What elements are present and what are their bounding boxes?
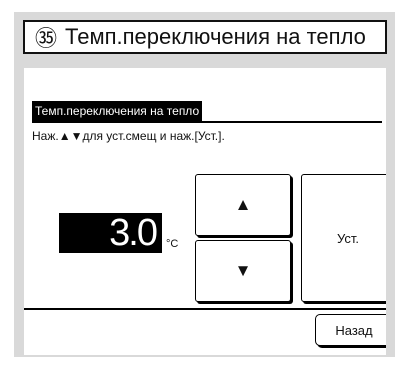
- arrow-down-icon: ▼: [234, 261, 252, 280]
- set-button[interactable]: Уст.: [301, 174, 386, 302]
- title-divider: [32, 121, 382, 123]
- decrease-button[interactable]: ▼: [195, 240, 291, 302]
- footer-divider: [24, 308, 386, 310]
- screen-title: Темп.переключения на тепло: [32, 101, 203, 121]
- temperature-unit: °C: [166, 238, 179, 250]
- increase-button[interactable]: ▲: [195, 174, 291, 236]
- instruction-text: Наж.▲▼для уст.смещ и наж.[Уст.].: [32, 129, 225, 143]
- controller-screen: Темп.переключения на тепло Наж.▲▼для уст…: [24, 68, 386, 355]
- page-title: ㉟ Темп.переключения на тепло: [23, 20, 387, 54]
- step-number: ㉟: [35, 26, 58, 51]
- set-button-label: Уст.: [336, 230, 359, 246]
- arrow-up-icon: ▲: [234, 195, 252, 214]
- temperature-value: 3.0: [59, 213, 162, 253]
- back-button-label: Назад: [335, 322, 373, 338]
- back-button[interactable]: Назад: [315, 314, 386, 346]
- page-title-text: Темп.переключения на тепло: [65, 24, 366, 49]
